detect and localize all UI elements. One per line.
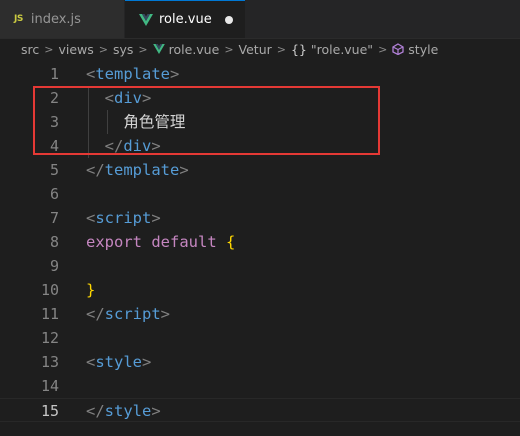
tab-label: role.vue: [159, 12, 212, 27]
code-token: >: [151, 402, 161, 420]
unsaved-dot-icon[interactable]: [225, 16, 233, 24]
symbol-class-icon: [392, 43, 404, 55]
code-token: template: [95, 65, 170, 83]
breadcrumb-sys[interactable]: sys: [113, 42, 133, 57]
chevron-right-icon: >: [138, 42, 148, 56]
code-token: div: [123, 137, 152, 155]
chevron-right-icon: >: [378, 42, 388, 56]
code-token: >: [160, 305, 171, 323]
tab-label: index.js: [30, 11, 81, 27]
code-token: {: [225, 233, 236, 251]
tab-role-vue[interactable]: role.vue: [125, 0, 245, 38]
code-token: <: [86, 209, 96, 227]
code-line[interactable]: 9: [0, 254, 520, 278]
code-line[interactable]: 13 <style>: [0, 350, 520, 374]
code-text: <script>: [86, 206, 161, 230]
chevron-right-icon: >: [98, 42, 108, 56]
line-number: 10: [40, 281, 59, 299]
code-line[interactable]: 1 <template>: [0, 62, 520, 86]
code-token: export default: [86, 233, 226, 251]
line-number: 3: [49, 113, 59, 131]
code-token: >: [170, 65, 180, 83]
code-token: style: [95, 353, 143, 371]
line-number: 8: [49, 233, 59, 251]
code-line[interactable]: 15 </style>: [0, 398, 520, 422]
line-number: 9: [49, 257, 59, 275]
code-text: </style>: [86, 399, 161, 423]
line-number: 11: [40, 305, 59, 323]
code-text: </div>: [86, 134, 161, 158]
code-text: </template>: [86, 158, 189, 182]
code-token: <: [104, 89, 115, 107]
code-text: }: [86, 278, 95, 302]
code-line[interactable]: 3 角色管理: [0, 110, 520, 134]
code-text: 角色管理: [86, 110, 185, 134]
line-number: 13: [40, 353, 59, 371]
line-number: 15: [40, 402, 59, 420]
code-line[interactable]: 10}: [0, 278, 520, 302]
breadcrumb-src[interactable]: src: [21, 42, 39, 57]
breadcrumb-views[interactable]: views: [58, 42, 93, 57]
tab-index-js[interactable]: JS index.js: [0, 0, 125, 38]
code-text: </script>: [86, 302, 170, 326]
code-line[interactable]: 5 </template>: [0, 158, 520, 182]
code-token: >: [151, 209, 161, 227]
vue-file-icon: [139, 13, 153, 26]
code-token: </: [86, 305, 105, 323]
code-line[interactable]: 4 </div>: [0, 134, 520, 158]
indent-guide: [88, 86, 89, 158]
code-text: <template>: [86, 62, 179, 86]
breadcrumb-style[interactable]: style: [408, 42, 438, 57]
line-number: 1: [49, 65, 59, 83]
code-line[interactable]: 8 export default {: [0, 230, 520, 254]
chevron-right-icon: >: [44, 42, 54, 56]
code-editor[interactable]: 1 <template> 2 <div> 3 角色管理 4 </div> 5 </templ…: [0, 62, 520, 436]
code-token: </: [86, 161, 105, 179]
chevron-right-icon: >: [224, 42, 234, 56]
code-line[interactable]: 6: [0, 182, 520, 206]
code-line[interactable]: 14: [0, 374, 520, 398]
code-token: script: [104, 305, 161, 323]
code-token: div: [114, 89, 143, 107]
line-number: 7: [49, 209, 59, 227]
line-number: 6: [49, 185, 59, 203]
chevron-right-icon: >: [276, 42, 286, 56]
breadcrumb: src > views > sys > role.vue > Vetur > {…: [0, 38, 520, 60]
code-token: </: [86, 402, 105, 420]
code-token: >: [142, 89, 152, 107]
code-token: </: [104, 137, 124, 155]
line-number: 14: [40, 377, 59, 395]
code-token: >: [151, 137, 161, 155]
code-line[interactable]: 7 <script>: [0, 206, 520, 230]
editor-tab-bar: JS index.js role.vue: [0, 0, 520, 39]
code-token: style: [104, 402, 152, 420]
code-line[interactable]: 2 <div>: [0, 86, 520, 110]
code-token: >: [142, 353, 152, 371]
code-token: script: [95, 209, 152, 227]
code-token: >: [179, 161, 189, 179]
code-line[interactable]: 12: [0, 326, 520, 350]
line-number: 2: [49, 89, 59, 107]
braces-icon: {}: [290, 41, 307, 57]
indent-guide: [107, 110, 108, 134]
code-token: <: [86, 353, 96, 371]
breadcrumb-module[interactable]: "role.vue": [311, 42, 373, 57]
code-text: <div>: [86, 86, 152, 110]
code-text: export default {: [86, 230, 235, 254]
breadcrumb-role-vue[interactable]: role.vue: [169, 42, 220, 57]
line-number: 5: [49, 161, 59, 179]
code-token: }: [86, 281, 96, 299]
vue-file-icon: [152, 44, 165, 54]
code-token: template: [104, 161, 180, 179]
javascript-file-icon: JS: [14, 14, 23, 24]
code-token: 角色管理: [123, 113, 186, 131]
code-text: <style>: [86, 350, 151, 374]
breadcrumb-vetur[interactable]: Vetur: [239, 42, 272, 57]
code-token: <: [86, 65, 96, 83]
line-number: 4: [49, 137, 59, 155]
line-number: 12: [40, 329, 59, 347]
code-line[interactable]: 11 </script>: [0, 302, 520, 326]
